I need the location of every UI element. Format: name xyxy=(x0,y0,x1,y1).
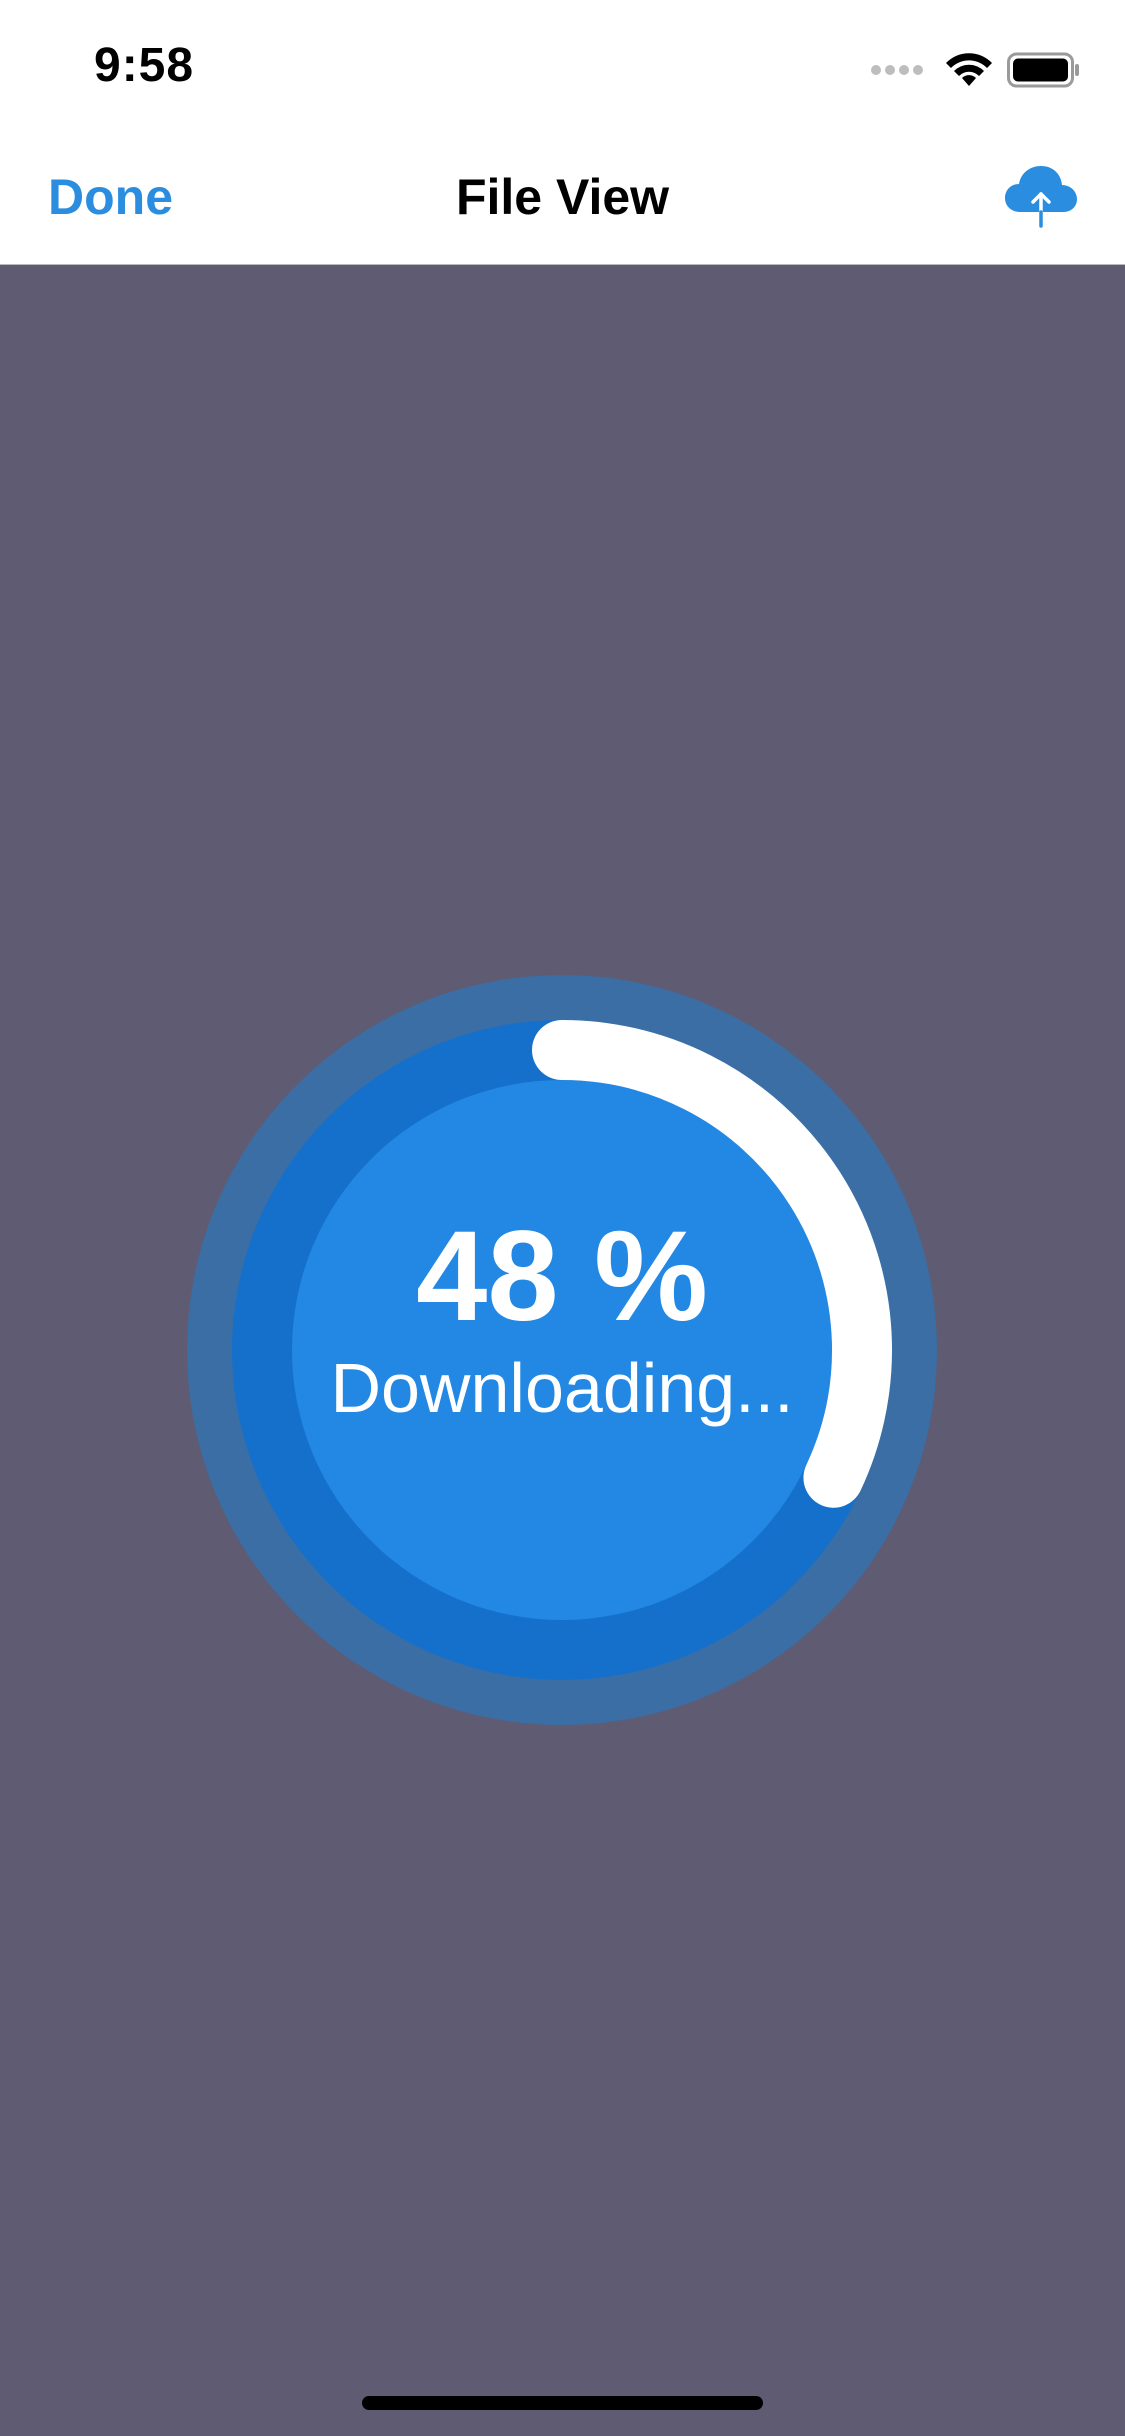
progress-percent: 48 % xyxy=(416,1205,708,1348)
status-time: 9:58 xyxy=(94,39,195,92)
status-bar: 9:58 xyxy=(0,0,1125,132)
wifi-icon xyxy=(946,53,992,86)
battery-icon xyxy=(1007,52,1079,88)
cloud-upload-icon[interactable] xyxy=(1001,160,1081,230)
page-title: File View xyxy=(455,169,670,225)
progress-label-group: 48 % Downloading... xyxy=(187,975,937,1725)
home-indicator[interactable] xyxy=(362,2396,763,2410)
progress-status: Downloading... xyxy=(330,1349,794,1427)
signal-icon xyxy=(871,65,927,75)
download-progress: 48 % Downloading... xyxy=(187,975,937,1725)
status-icons xyxy=(871,50,1081,90)
navigation-bar: Done File View xyxy=(0,132,1125,265)
